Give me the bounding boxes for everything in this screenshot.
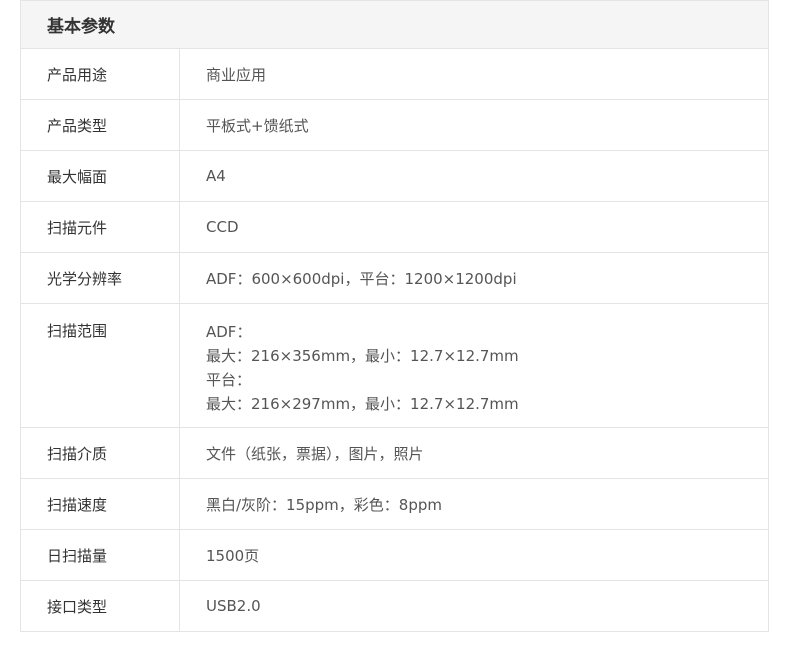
spec-value: 黑白/灰阶：15ppm，彩色：8ppm	[206, 495, 442, 514]
spec-label: 最大幅面	[21, 151, 180, 201]
spec-label: 产品类型	[21, 100, 180, 150]
spec-value: 平板式+馈纸式	[206, 116, 309, 135]
spec-row-daily-volume: 日扫描量 1500页	[21, 530, 768, 581]
spec-row-interface: 接口类型 USB2.0	[21, 581, 768, 632]
spec-value: A4	[206, 167, 226, 185]
spec-label: 接口类型	[21, 581, 180, 631]
spec-value: 文件（纸张，票据），图片，照片	[206, 444, 424, 463]
spec-label: 扫描介质	[21, 428, 180, 478]
spec-row-media: 扫描介质 文件（纸张，票据），图片，照片	[21, 428, 768, 479]
spec-value: 商业应用	[206, 65, 267, 84]
spec-row-scan-range: 扫描范围 ADF： 最大：216×356mm，最小：12.7×12.7mm 平台…	[21, 304, 768, 428]
spec-label: 产品用途	[21, 49, 180, 99]
spec-value-line: ADF：	[206, 323, 252, 341]
spec-row-usage: 产品用途 商业应用	[21, 49, 768, 100]
spec-value-line: 平台：	[206, 371, 252, 389]
spec-row-resolution: 光学分辨率 ADF：600×600dpi，平台：1200×1200dpi	[21, 253, 768, 304]
spec-label: 扫描速度	[21, 479, 180, 529]
spec-row-speed: 扫描速度 黑白/灰阶：15ppm，彩色：8ppm	[21, 479, 768, 530]
spec-table: 基本参数 产品用途 商业应用 产品类型 平板式+馈纸式 最大幅面 A4 扫描元件…	[20, 0, 769, 632]
spec-label: 光学分辨率	[21, 253, 180, 303]
spec-row-max-size: 最大幅面 A4	[21, 151, 768, 202]
spec-value: 1500页	[206, 546, 260, 565]
spec-value-line: 最大：216×356mm，最小：12.7×12.7mm	[206, 347, 519, 365]
spec-value: CCD	[206, 218, 239, 236]
spec-value-line: 最大：216×297mm，最小：12.7×12.7mm	[206, 395, 519, 413]
spec-value: ADF：600×600dpi，平台：1200×1200dpi	[206, 269, 517, 288]
spec-value: USB2.0	[206, 597, 261, 615]
spec-row-sensor: 扫描元件 CCD	[21, 202, 768, 253]
spec-label: 扫描范围	[21, 304, 180, 427]
section-title: 基本参数	[21, 0, 768, 49]
spec-row-type: 产品类型 平板式+馈纸式	[21, 100, 768, 151]
spec-label: 扫描元件	[21, 202, 180, 252]
spec-value: ADF： 最大：216×356mm，最小：12.7×12.7mm 平台： 最大：…	[180, 304, 768, 427]
spec-label: 日扫描量	[21, 530, 180, 580]
